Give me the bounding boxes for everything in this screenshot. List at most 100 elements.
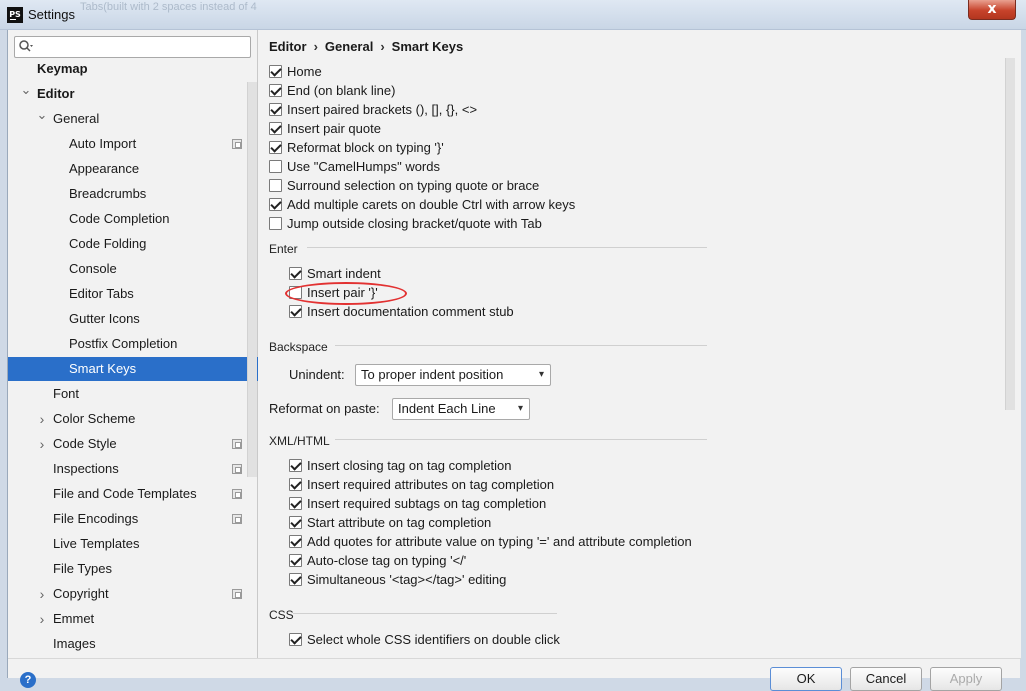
checked-checkbox[interactable] — [289, 573, 302, 586]
tree-item-breadcrumbs[interactable]: Breadcrumbs — [8, 182, 258, 206]
tree-item-label: Color Scheme — [53, 411, 136, 426]
tree-item-label: Copyright — [53, 586, 109, 601]
tree-item-label: Breadcrumbs — [69, 186, 147, 201]
checked-checkbox[interactable] — [269, 103, 282, 116]
breadcrumb-editor: Editor — [269, 39, 307, 54]
breadcrumb-general: General — [324, 39, 374, 54]
options-scrollbar[interactable] — [1005, 58, 1015, 410]
tree-item-label: Gutter Icons — [69, 311, 140, 326]
chevron-right-icon[interactable]: › — [36, 582, 48, 606]
tree-item-label: Images — [53, 636, 96, 651]
option-label: Insert closing tag on tag completion — [307, 458, 512, 473]
tree-item-copyright[interactable]: › Copyright — [8, 582, 258, 606]
ok-button[interactable]: OK — [770, 667, 842, 691]
tree-item-images[interactable]: Images — [8, 632, 258, 656]
search-input[interactable] — [41, 39, 241, 55]
option-label: Start attribute on tag completion — [307, 515, 492, 530]
unchecked-checkbox[interactable] — [269, 179, 282, 192]
close-button[interactable]: x — [968, 0, 1016, 20]
css-section-title: CSS — [269, 608, 294, 622]
reformat-on-paste-select[interactable]: Indent Each Line ▾ — [392, 398, 530, 420]
option-label: Insert pair quote — [287, 121, 381, 136]
unindent-select-value: To proper indent position — [361, 367, 504, 382]
chevron-down-icon[interactable]: ⌄ — [36, 103, 48, 127]
checked-checkbox[interactable] — [289, 497, 302, 510]
section-divider — [307, 247, 707, 248]
tree-item-code-completion[interactable]: Code Completion — [8, 207, 258, 231]
tree-item-postfix-completion[interactable]: Postfix Completion — [8, 332, 258, 356]
checked-checkbox[interactable] — [269, 84, 282, 97]
checked-checkbox[interactable] — [269, 122, 282, 135]
cancel-button[interactable]: Cancel — [850, 667, 922, 691]
tree-item-code-style[interactable]: › Code Style — [8, 432, 258, 456]
tree-item-label: Emmet — [53, 611, 95, 626]
tree-item-file-encodings[interactable]: File Encodings — [8, 507, 258, 531]
search-icon[interactable] — [18, 39, 34, 55]
section-divider — [293, 613, 557, 614]
tree-item-appearance[interactable]: Appearance — [8, 157, 258, 181]
help-icon[interactable]: ? — [20, 672, 36, 688]
checked-checkbox[interactable] — [269, 65, 282, 78]
checked-checkbox[interactable] — [269, 198, 282, 211]
checked-checkbox[interactable] — [269, 141, 282, 154]
backspace-section-title: Backspace — [269, 340, 328, 354]
unchecked-checkbox[interactable] — [269, 160, 282, 173]
tree-item-auto-import[interactable]: Auto Import — [8, 132, 258, 156]
checked-checkbox[interactable] — [289, 535, 302, 548]
tree-item-editor-tabs[interactable]: Editor Tabs — [8, 282, 258, 306]
section-divider — [335, 439, 707, 440]
background-window-text: Tabs(built with 2 spaces instead of 4 — [80, 1, 257, 13]
option-label: Select whole CSS identifiers on double c… — [307, 632, 560, 647]
chevron-right-icon[interactable]: › — [36, 607, 48, 631]
project-level-icon — [232, 589, 242, 599]
enter-section-title: Enter — [269, 242, 298, 256]
tree-item-gutter-icons[interactable]: Gutter Icons — [8, 307, 258, 331]
tree-item-color-scheme[interactable]: › Color Scheme — [8, 407, 258, 431]
tree-item-file-types[interactable]: File Types — [8, 557, 258, 581]
settings-dialog: Keymap ⌄ Editor ⌄ General Auto Import Appearan… — [7, 30, 1021, 691]
tree-item-keymap[interactable]: Keymap — [8, 57, 258, 81]
dialog-footer-divider — [8, 658, 1021, 659]
apply-button[interactable]: Apply — [930, 667, 1002, 691]
tree-item-label: Console — [69, 261, 117, 276]
option-label: Simultaneous '<tag></tag>' editing — [307, 572, 507, 587]
settings-tree-panel: Keymap ⌄ Editor ⌄ General Auto Import Appearan… — [8, 30, 258, 658]
tree-item-label: Code Style — [53, 436, 117, 451]
chevron-right-icon[interactable]: › — [36, 407, 48, 431]
checked-checkbox[interactable] — [289, 554, 302, 567]
tree-item-file-and-code-templates[interactable]: File and Code Templates — [8, 482, 258, 506]
tree-item-font[interactable]: Font — [8, 382, 258, 406]
search-box[interactable] — [14, 36, 251, 58]
tree-item-label: Auto Import — [69, 136, 137, 151]
breadcrumb: Editor › General › Smart Keys — [269, 39, 463, 54]
checked-checkbox[interactable] — [289, 516, 302, 529]
xml-html-section-title: XML/HTML — [269, 434, 330, 448]
checked-checkbox[interactable] — [289, 267, 302, 280]
window-title: Settings — [28, 7, 75, 22]
checked-checkbox[interactable] — [289, 459, 302, 472]
unindent-select[interactable]: To proper indent position ▾ — [355, 364, 551, 386]
tree-item-live-templates[interactable]: Live Templates — [8, 532, 258, 556]
chevron-down-icon[interactable]: ⌄ — [20, 78, 32, 102]
checked-checkbox[interactable] — [289, 305, 302, 318]
tree-scrollbar[interactable] — [247, 82, 257, 477]
chevron-right-icon[interactable]: › — [36, 432, 48, 456]
section-divider — [335, 345, 707, 346]
tree-item-label: Font — [53, 386, 80, 401]
option-label: Add multiple carets on double Ctrl with … — [287, 197, 576, 212]
checked-checkbox[interactable] — [289, 633, 302, 646]
tree-item-inspections[interactable]: Inspections — [8, 457, 258, 481]
option-label: End (on blank line) — [287, 83, 396, 98]
checked-checkbox[interactable] — [289, 478, 302, 491]
tree-item-code-folding[interactable]: Code Folding — [8, 232, 258, 256]
unchecked-checkbox[interactable] — [269, 217, 282, 230]
tree-item-smart-keys[interactable]: Smart Keys — [8, 357, 258, 381]
option-label: Smart indent — [307, 266, 381, 281]
tree-item-label: Code Folding — [69, 236, 147, 251]
tree-item-general[interactable]: ⌄ General — [8, 107, 258, 131]
highlight-annotation — [285, 282, 407, 305]
tree-item-emmet[interactable]: › Emmet — [8, 607, 258, 631]
title-bar: PS Settings Tabs(built with 2 spaces ins… — [0, 0, 1026, 30]
tree-item-console[interactable]: Console — [8, 257, 258, 281]
chevron-down-icon: ▾ — [517, 403, 523, 414]
